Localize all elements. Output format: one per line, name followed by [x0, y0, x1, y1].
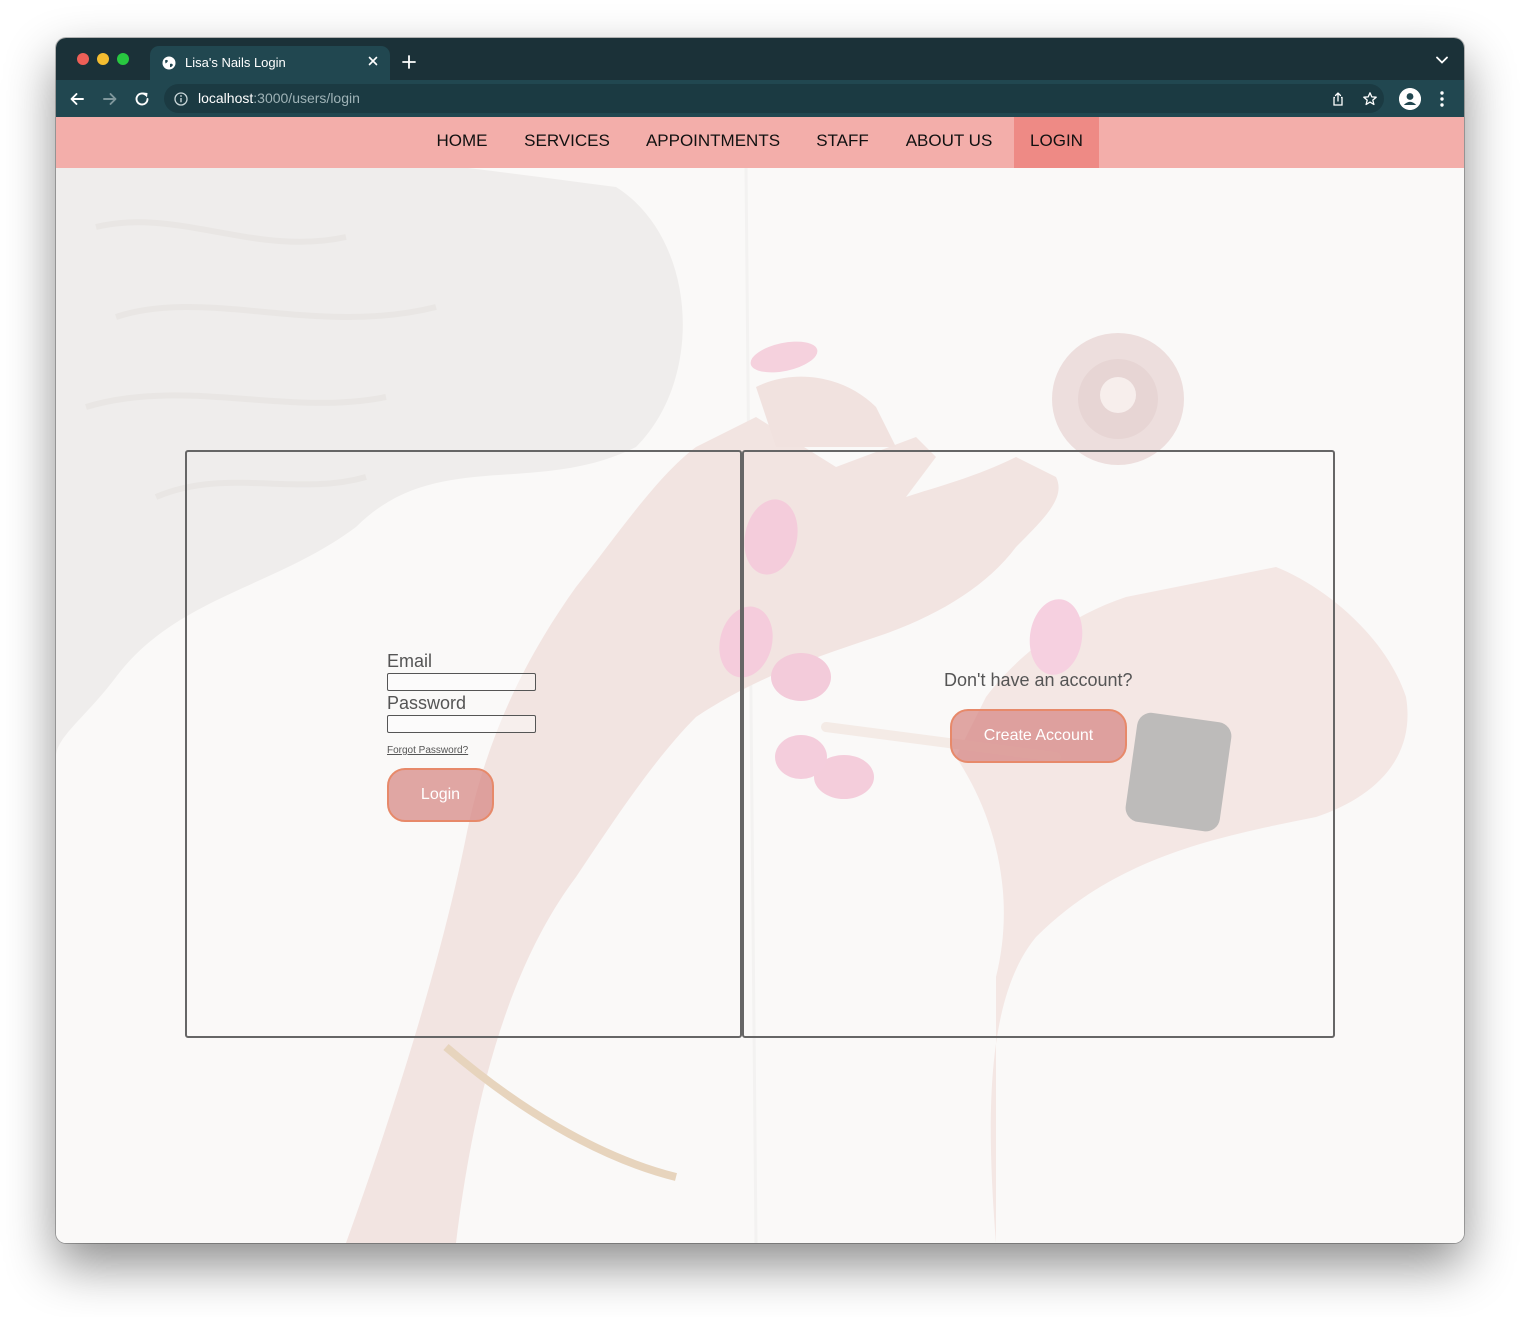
browser-tab[interactable]: Lisa's Nails Login	[150, 46, 390, 80]
chevron-down-icon[interactable]	[1436, 56, 1448, 64]
minimize-window-button[interactable]	[97, 53, 109, 65]
close-window-button[interactable]	[77, 53, 89, 65]
globe-icon	[162, 56, 176, 70]
nav-login[interactable]: LOGIN	[1014, 117, 1099, 168]
kebab-menu-icon[interactable]	[1434, 89, 1450, 109]
nav-services[interactable]: SERVICES	[515, 117, 619, 168]
info-icon[interactable]	[174, 92, 188, 106]
password-label: Password	[387, 693, 467, 713]
email-label: Email	[387, 651, 433, 671]
address-bar[interactable]: localhost:3000/users/login	[164, 84, 1384, 113]
login-button[interactable]: Login	[387, 768, 494, 822]
browser-toolbar: localhost:3000/users/login	[56, 80, 1464, 117]
tab-title: Lisa's Nails Login	[185, 55, 286, 70]
site-navbar: HOME SERVICES APPOINTMENTS STAFF ABOUT U…	[56, 117, 1464, 168]
star-icon[interactable]	[1362, 91, 1378, 107]
tab-bar: Lisa's Nails Login	[56, 38, 1464, 80]
new-tab-icon[interactable]	[401, 54, 417, 70]
maximize-window-button[interactable]	[117, 53, 129, 65]
create-account-button[interactable]: Create Account	[950, 709, 1127, 763]
nav-appointments[interactable]: APPOINTMENTS	[637, 117, 789, 168]
profile-avatar-icon[interactable]	[1399, 88, 1421, 110]
no-account-prompt: Don't have an account?	[944, 670, 1133, 690]
back-arrow-icon[interactable]	[68, 90, 86, 108]
nav-home[interactable]: HOME	[427, 117, 497, 168]
reload-icon[interactable]	[133, 90, 151, 108]
browser-window: Lisa's Nails Login localhost:3000/users/…	[56, 38, 1464, 1243]
nav-about-us[interactable]: ABOUT US	[896, 117, 1002, 168]
page-viewport: HOME SERVICES APPOINTMENTS STAFF ABOUT U…	[56, 117, 1464, 1243]
password-field[interactable]	[387, 715, 536, 733]
url-host: localhost	[198, 90, 254, 106]
close-tab-icon[interactable]	[366, 54, 380, 68]
nav-staff[interactable]: STAFF	[807, 117, 878, 168]
url-text[interactable]: localhost:3000/users/login	[198, 90, 360, 106]
signup-panel: Don't have an account? Create Account	[742, 450, 1335, 1038]
share-icon[interactable]	[1330, 91, 1346, 107]
url-path: :3000/users/login	[253, 90, 360, 106]
forward-arrow-icon[interactable]	[101, 90, 119, 108]
forgot-password-link[interactable]: Forgot Password?	[387, 745, 468, 756]
email-field[interactable]	[387, 673, 536, 691]
login-panel: Email Password Forgot Password? Login	[185, 450, 742, 1038]
